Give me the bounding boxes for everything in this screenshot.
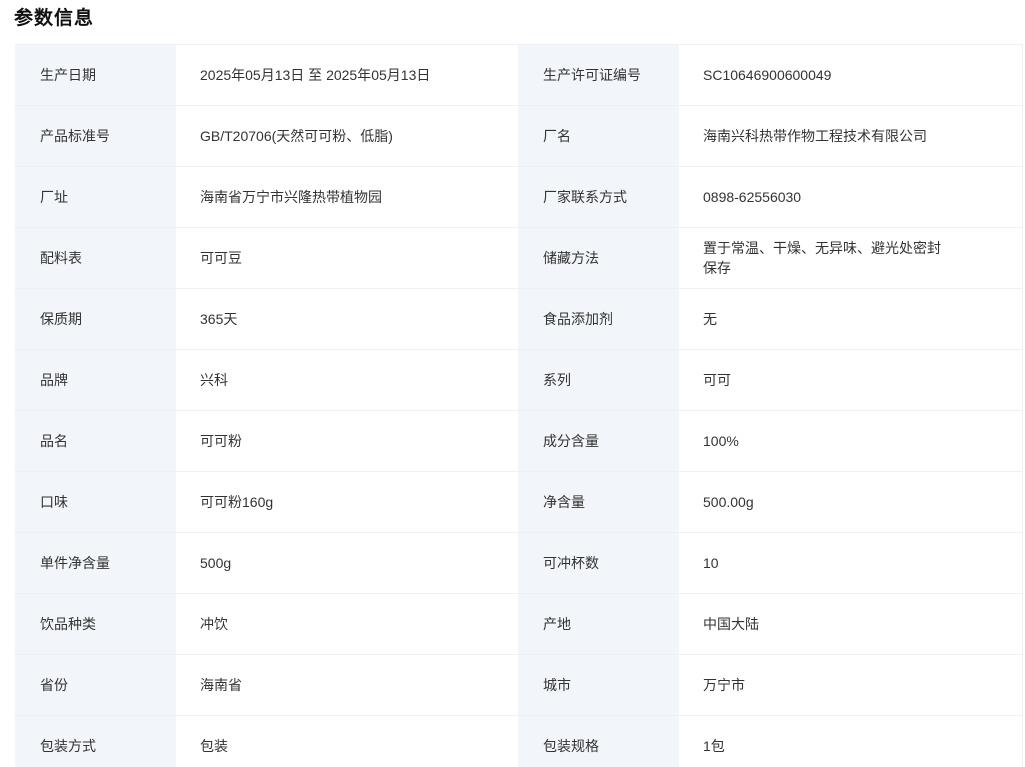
param-value: 365天: [176, 289, 518, 349]
param-value-text: 500.00g: [703, 494, 754, 510]
param-value: 0898-62556030: [679, 167, 1023, 227]
param-value: 可可豆: [176, 228, 518, 288]
table-row: 包装方式 包装 包装规格 1包: [15, 716, 1023, 767]
table-row: 配料表 可可豆 储藏方法 置于常温、干燥、无异味、避光处密封保存: [15, 228, 1023, 289]
param-label: 食品添加剂: [518, 289, 679, 349]
param-value-text: 2025年05月13日 至 2025年05月13日: [200, 67, 431, 83]
param-label: 品名: [15, 411, 176, 471]
param-value-text: 可可豆: [200, 250, 242, 266]
param-label: 净含量: [518, 472, 679, 532]
param-label: 包装规格: [518, 716, 679, 767]
param-label: 生产许可证编号: [518, 45, 679, 105]
param-value: 兴科: [176, 350, 518, 410]
param-value: 500.00g: [679, 472, 1023, 532]
param-value-text: 置于常温、干燥、无异味、避光处密封保存: [703, 240, 941, 276]
table-row: 产品标准号 GB/T20706(天然可可粉、低脂) 厂名 海南兴科热带作物工程技…: [15, 106, 1023, 167]
param-value: 500g: [176, 533, 518, 593]
param-label: 厂名: [518, 106, 679, 166]
table-row: 保质期 365天 食品添加剂 无: [15, 289, 1023, 350]
param-label: 单件净含量: [15, 533, 176, 593]
param-label: 包装方式: [15, 716, 176, 767]
param-label: 饮品种类: [15, 594, 176, 654]
params-table: 生产日期 2025年05月13日 至 2025年05月13日 生产许可证编号 S…: [15, 44, 1023, 767]
param-value: GB/T20706(天然可可粉、低脂): [176, 106, 518, 166]
table-row: 口味 可可粉160g 净含量 500.00g: [15, 472, 1023, 533]
table-row: 品牌 兴科 系列 可可: [15, 350, 1023, 411]
param-value: 置于常温、干燥、无异味、避光处密封保存: [679, 228, 1023, 288]
param-value-text: 100%: [703, 433, 739, 449]
param-label: 系列: [518, 350, 679, 410]
param-value-text: SC10646900600049: [703, 67, 832, 83]
param-value: 可可粉160g: [176, 472, 518, 532]
table-row: 厂址 海南省万宁市兴隆热带植物园 厂家联系方式 0898-62556030: [15, 167, 1023, 228]
param-value: 100%: [679, 411, 1023, 471]
table-row: 品名 可可粉 成分含量 100%: [15, 411, 1023, 472]
param-value-text: 无: [703, 311, 717, 327]
param-value-text: 海南省: [200, 677, 242, 693]
param-value: 万宁市: [679, 655, 1023, 715]
param-value-text: 冲饮: [200, 616, 228, 632]
param-value: 2025年05月13日 至 2025年05月13日: [176, 45, 518, 105]
param-value: 可可: [679, 350, 1023, 410]
param-value: 海南兴科热带作物工程技术有限公司: [679, 106, 1023, 166]
param-value-text: 万宁市: [703, 677, 745, 693]
table-row: 生产日期 2025年05月13日 至 2025年05月13日 生产许可证编号 S…: [15, 45, 1023, 106]
param-label: 保质期: [15, 289, 176, 349]
param-value-text: 海南兴科热带作物工程技术有限公司: [703, 128, 927, 144]
param-value-text: 可可粉160g: [200, 494, 274, 510]
param-value: 10: [679, 533, 1023, 593]
param-label: 厂址: [15, 167, 176, 227]
param-value-text: 10: [703, 555, 719, 571]
param-value-text: 可可粉: [200, 433, 242, 449]
param-label: 生产日期: [15, 45, 176, 105]
param-value-text: 包装: [200, 738, 228, 754]
param-value-text: 365天: [200, 311, 238, 327]
param-label: 口味: [15, 472, 176, 532]
param-label: 配料表: [15, 228, 176, 288]
param-label: 厂家联系方式: [518, 167, 679, 227]
param-value-text: 海南省万宁市兴隆热带植物园: [200, 189, 382, 205]
param-value: 冲饮: [176, 594, 518, 654]
table-row: 省份 海南省 城市 万宁市: [15, 655, 1023, 716]
table-row: 单件净含量 500g 可冲杯数 10: [15, 533, 1023, 594]
param-label: 品牌: [15, 350, 176, 410]
param-value: 海南省万宁市兴隆热带植物园: [176, 167, 518, 227]
param-value-text: 中国大陆: [703, 616, 759, 632]
table-row: 饮品种类 冲饮 产地 中国大陆: [15, 594, 1023, 655]
product-params-page: 参数信息 生产日期 2025年05月13日 至 2025年05月13日 生产许可…: [0, 0, 1025, 767]
param-value-text: 兴科: [200, 372, 228, 388]
param-value-text: 0898-62556030: [703, 189, 802, 205]
param-value: 1包: [679, 716, 1023, 767]
param-label: 可冲杯数: [518, 533, 679, 593]
section-title: 参数信息: [14, 8, 95, 29]
param-label: 产品标准号: [15, 106, 176, 166]
param-value-text: 500g: [200, 555, 232, 571]
param-value: 海南省: [176, 655, 518, 715]
param-value: 中国大陆: [679, 594, 1023, 654]
param-value-text: 1包: [703, 738, 725, 754]
param-value: 无: [679, 289, 1023, 349]
param-value-text: 可可: [703, 372, 731, 388]
param-label: 储藏方法: [518, 228, 679, 288]
param-value: SC10646900600049: [679, 45, 1023, 105]
param-value-text: GB/T20706(天然可可粉、低脂): [200, 128, 393, 144]
param-value: 可可粉: [176, 411, 518, 471]
param-label: 成分含量: [518, 411, 679, 471]
param-label: 产地: [518, 594, 679, 654]
param-value: 包装: [176, 716, 518, 767]
param-label: 省份: [15, 655, 176, 715]
param-label: 城市: [518, 655, 679, 715]
